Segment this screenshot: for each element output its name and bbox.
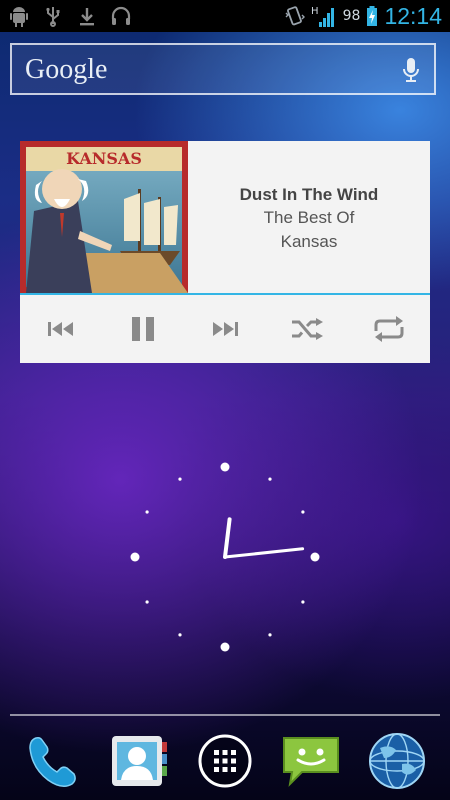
clock-tick — [130, 552, 140, 562]
messaging-icon[interactable] — [280, 730, 342, 792]
clock-tick — [268, 477, 272, 481]
repeat-button[interactable] — [368, 308, 410, 350]
android-debug-icon — [10, 7, 28, 27]
pause-button[interactable] — [122, 308, 164, 350]
dock — [0, 724, 450, 800]
google-logo: Google — [25, 54, 108, 85]
clock-tick — [178, 477, 182, 481]
artist-name: Kansas — [280, 232, 338, 251]
notification-icons — [8, 5, 132, 27]
clock-tick — [145, 510, 149, 514]
repeat-icon — [374, 316, 404, 342]
battery-level: 98 — [342, 8, 361, 24]
status-bar[interactable]: H 98 12:14 — [0, 0, 450, 32]
playback-controls — [20, 295, 430, 363]
music-widget[interactable]: KANSAS Dust In The Wind The Best Of Kans… — [20, 141, 430, 363]
system-status: H 98 12:14 — [283, 0, 442, 32]
clock-tick — [268, 633, 272, 637]
track-info[interactable]: Dust In The Wind The Best Of Kansas — [188, 141, 430, 293]
next-icon — [213, 322, 238, 336]
clock-tick — [301, 600, 305, 604]
clock-tick — [220, 462, 230, 472]
phone-icon[interactable] — [22, 730, 84, 792]
album-art-title: KANSAS — [66, 149, 142, 168]
status-time: 12:14 — [384, 2, 442, 29]
all-apps-icon[interactable] — [194, 730, 256, 792]
clock-tick — [310, 552, 320, 562]
google-search-bar[interactable]: Google — [10, 43, 436, 95]
usb-icon — [46, 7, 60, 27]
shuffle-icon — [292, 318, 323, 340]
album-name: The Best Of — [263, 208, 355, 227]
clock-tick — [178, 633, 182, 637]
microphone-icon[interactable] — [402, 57, 420, 83]
contacts-icon[interactable] — [108, 730, 170, 792]
next-button[interactable] — [204, 308, 246, 350]
clock-minute-hand — [223, 547, 305, 559]
vibrate-icon — [285, 6, 305, 26]
song-title: Dust In The Wind — [239, 185, 379, 204]
download-icon — [80, 8, 94, 26]
signal-icon: H — [311, 6, 334, 27]
shuffle-button[interactable] — [286, 308, 328, 350]
battery-charging-icon — [367, 6, 378, 26]
browser-icon[interactable] — [366, 730, 428, 792]
clock-hour-hand — [223, 517, 232, 559]
clock-tick — [301, 510, 305, 514]
previous-icon — [48, 322, 73, 336]
album-art[interactable]: KANSAS — [20, 141, 188, 293]
headset-icon — [111, 6, 131, 25]
clock-tick — [145, 600, 149, 604]
previous-button[interactable] — [40, 308, 82, 350]
clock-tick — [220, 642, 230, 652]
network-type: H — [311, 6, 319, 17]
pause-icon — [132, 317, 154, 341]
dock-divider — [10, 714, 440, 716]
analog-clock[interactable] — [125, 457, 325, 657]
